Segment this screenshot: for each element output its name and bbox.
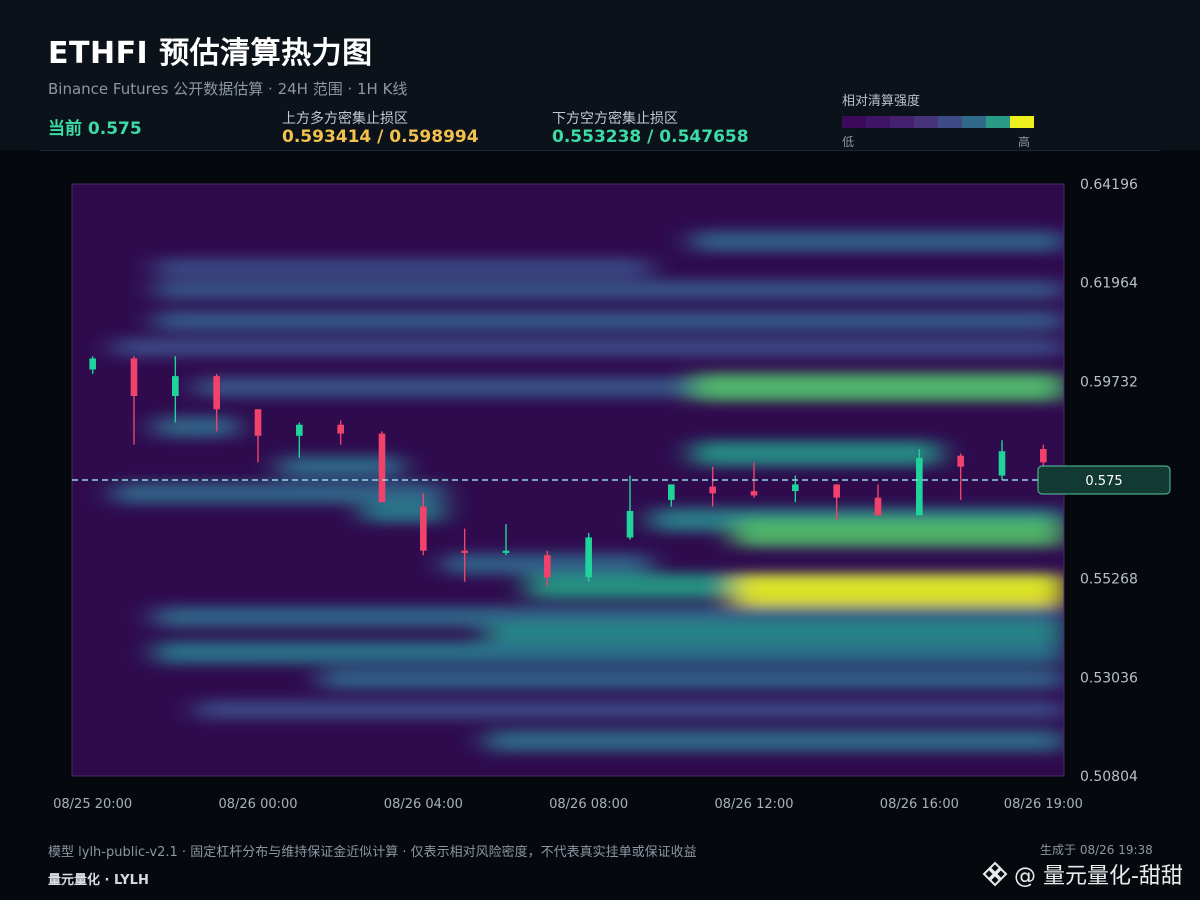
candle-body [378, 433, 386, 503]
candle-body [833, 484, 840, 498]
y-tick-label: 0.61964 [1080, 276, 1138, 292]
candle-body [254, 409, 262, 436]
heat-band [361, 499, 444, 523]
candle-body [585, 537, 592, 578]
candle-body [130, 358, 138, 397]
heat-band [113, 337, 1064, 357]
heat-band [196, 700, 1064, 720]
heat-band [154, 279, 1064, 300]
binance-logo-icon [982, 861, 1008, 887]
x-tick-label: 08/25 20:00 [53, 797, 132, 812]
y-tick-label: 0.50804 [1080, 769, 1138, 785]
x-tick-label: 08/26 00:00 [218, 797, 297, 812]
candle-body [420, 506, 427, 551]
heat-band [154, 310, 1064, 332]
heat-band [485, 729, 1064, 752]
heat-band [154, 416, 238, 438]
candle-body [296, 424, 303, 436]
candle-body [89, 358, 96, 370]
candle-body [1040, 449, 1047, 463]
heat-band [733, 574, 1064, 607]
candle-body [544, 555, 551, 578]
candle-body [668, 484, 675, 500]
candle-body [172, 376, 179, 397]
x-axis: 08/25 20:00 08/26 00:00 08/26 04:00 08/26 0… [53, 797, 1083, 812]
candle-body [337, 424, 344, 434]
heatmap-chart: 0.575 0.64196 0.61964 0.59732 0.55268 0.5303… [53, 177, 1171, 812]
current-price-tag-label: 0.575 [1085, 474, 1122, 489]
x-tick-label: 08/26 04:00 [384, 797, 463, 812]
candle-body [709, 486, 716, 494]
y-tick-label: 0.59732 [1080, 374, 1138, 390]
candle-body [461, 550, 468, 553]
heat-band [692, 230, 1064, 252]
generated-time: 生成于 08/26 19:38 [1040, 843, 1153, 857]
candle-body [874, 497, 882, 516]
candle-body [792, 484, 799, 492]
candle-body [957, 455, 964, 467]
heat-band [320, 668, 1064, 690]
footer-brand: 量元量化 · LYLH [48, 873, 149, 888]
candle-body [916, 457, 923, 516]
candle-body [750, 491, 758, 496]
y-tick-label: 0.53036 [1080, 670, 1138, 686]
candle-body [998, 451, 1006, 476]
y-tick-label: 0.64196 [1080, 177, 1138, 193]
watermark: @ 量元量化-甜甜 [982, 858, 1183, 890]
heat-band [692, 440, 940, 467]
x-tick-label: 08/26 19:00 [1004, 797, 1083, 812]
candle-body [626, 510, 634, 538]
heat-band [154, 640, 1064, 664]
watermark-text: @ 量元量化-甜甜 [1014, 864, 1183, 889]
y-tick-label: 0.55268 [1080, 572, 1138, 588]
heat-band [692, 373, 1064, 402]
candle-body [213, 376, 220, 410]
x-tick-label: 08/26 16:00 [880, 797, 959, 812]
heat-band [733, 519, 1064, 548]
candle-body [502, 550, 510, 553]
heat-band [154, 258, 651, 278]
x-tick-label: 08/26 12:00 [714, 797, 793, 812]
footer-note: 模型 lylh-public-v2.1 · 固定杠杆分布与维持保证金近似计算 ·… [48, 845, 697, 860]
x-tick-label: 08/26 08:00 [549, 797, 628, 812]
